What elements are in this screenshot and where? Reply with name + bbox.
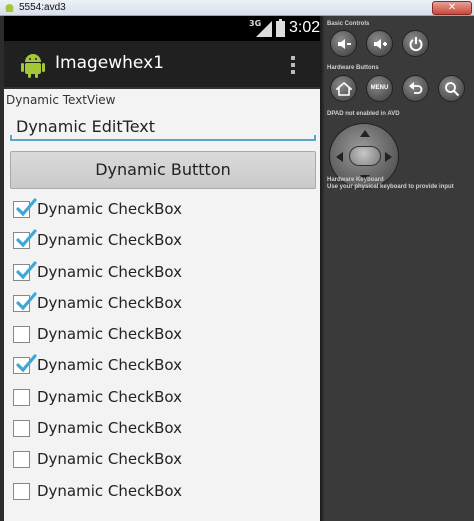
checkbox-unchecked[interactable] <box>13 451 30 469</box>
checkbox-row[interactable]: Dynamic CheckBox <box>10 226 320 257</box>
checkbox-row[interactable]: Dynamic CheckBox <box>10 445 320 476</box>
checkbox-row[interactable]: Dynamic CheckBox <box>10 383 320 414</box>
android-app-icon <box>21 54 45 78</box>
checkmark-icon <box>16 260 37 279</box>
checkbox-unchecked[interactable] <box>13 420 30 438</box>
dynamic-button[interactable]: Dynamic Buttton <box>10 151 316 189</box>
checkbox-label: Dynamic CheckBox <box>37 231 182 250</box>
volume-down-icon <box>338 39 351 49</box>
checkbox-row[interactable]: Dynamic CheckBox <box>10 320 320 351</box>
checkbox-label: Dynamic CheckBox <box>37 262 182 281</box>
checkbox-label: Dynamic CheckBox <box>37 200 182 218</box>
checkbox-label: Dynamic CheckBox <box>37 293 182 312</box>
checkbox-label: Dynamic CheckBox <box>37 450 182 469</box>
status-bar: 3G 3:02 <box>4 16 321 41</box>
menu-button-label: MENU <box>370 85 389 91</box>
power-icon <box>409 37 423 52</box>
checkbox-unchecked[interactable] <box>13 388 30 406</box>
checkmark-icon <box>16 354 37 373</box>
checkbox-checked[interactable] <box>13 198 37 218</box>
window-titlebar: 5554:avd3 ✕ <box>0 0 474 16</box>
dpad-status-label: DPAD not enabled in AVD <box>327 111 400 117</box>
checkbox-row[interactable]: Dynamic CheckBox <box>10 195 320 226</box>
checkbox-checked[interactable] <box>13 260 37 281</box>
overflow-menu-icon[interactable] <box>286 53 300 79</box>
checkmark-icon <box>16 292 37 311</box>
checkbox-row[interactable]: Dynamic CheckBox <box>10 477 320 508</box>
back-icon <box>409 82 423 94</box>
checkbox-unchecked[interactable] <box>13 326 30 344</box>
dynamic-textview: Dynamic TextView <box>6 93 116 107</box>
checkbox-label: Dynamic CheckBox <box>37 325 182 344</box>
battery-icon <box>276 19 285 37</box>
search-icon <box>445 82 460 97</box>
dpad-right-icon[interactable] <box>385 152 392 162</box>
home-button[interactable] <box>330 75 357 102</box>
hardware-keyboard-label: Hardware Keyboard <box>327 177 384 183</box>
volume-up-icon <box>374 39 387 49</box>
volume-up-button[interactable] <box>366 30 393 57</box>
checkbox-label: Dynamic CheckBox <box>37 419 182 438</box>
checkbox-label: Dynamic CheckBox <box>37 387 182 406</box>
checkbox-row[interactable]: Dynamic CheckBox <box>10 351 320 382</box>
checkbox-row[interactable]: Dynamic CheckBox <box>10 258 320 289</box>
back-button[interactable] <box>402 75 429 102</box>
action-bar: Imagewhex1 <box>4 41 320 89</box>
basic-controls-label: Basic Controls <box>327 21 370 27</box>
dpad-center-button[interactable] <box>349 146 381 166</box>
signal-icon <box>256 21 272 37</box>
hardware-buttons-label: Hardware Buttons <box>327 65 379 71</box>
window-title: 5554:avd3 <box>19 2 66 13</box>
power-button[interactable] <box>402 30 429 57</box>
checkmark-icon <box>16 198 37 217</box>
menu-button[interactable]: MENU <box>366 75 393 102</box>
activity-content: Dynamic TextView Dynamic EditText Dynami… <box>4 91 320 521</box>
dpad-left-icon[interactable] <box>336 152 343 162</box>
checkbox-checked[interactable] <box>13 229 37 250</box>
checkbox-checked[interactable] <box>13 292 37 312</box>
hardware-keyboard-description: Use your physical keyboard to provide in… <box>327 184 454 190</box>
checkbox-unchecked[interactable] <box>13 482 30 500</box>
checkmark-icon <box>16 229 37 248</box>
dpad-up-icon[interactable] <box>360 130 370 137</box>
volume-down-button[interactable] <box>330 30 357 57</box>
window-close-button[interactable]: ✕ <box>432 1 472 15</box>
status-clock: 3:02 <box>289 19 321 36</box>
search-button[interactable] <box>438 75 465 102</box>
checkbox-label: Dynamic CheckBox <box>37 356 182 375</box>
emulator-window-icon <box>5 4 14 12</box>
checkbox-list: Dynamic CheckBox Dynamic CheckBox Dynamic … <box>10 195 320 508</box>
checkbox-checked[interactable] <box>13 354 37 375</box>
app-title: Imagewhex1 <box>55 53 164 73</box>
home-icon <box>336 81 352 96</box>
device-screen: 3G 3:02 Imagewhex1 Dynamic TextView Dyna… <box>4 16 322 521</box>
emulator-control-panel: Basic Controls Hardware Buttons MENU DPA… <box>324 16 474 521</box>
checkbox-label: Dynamic CheckBox <box>37 481 182 500</box>
checkbox-row[interactable]: Dynamic CheckBox <box>10 414 320 445</box>
checkbox-row[interactable]: Dynamic CheckBox <box>10 289 320 320</box>
emulator-frame: 3G 3:02 Imagewhex1 Dynamic TextView Dyna… <box>0 16 474 521</box>
dynamic-edittext[interactable]: Dynamic EditText <box>10 111 316 141</box>
